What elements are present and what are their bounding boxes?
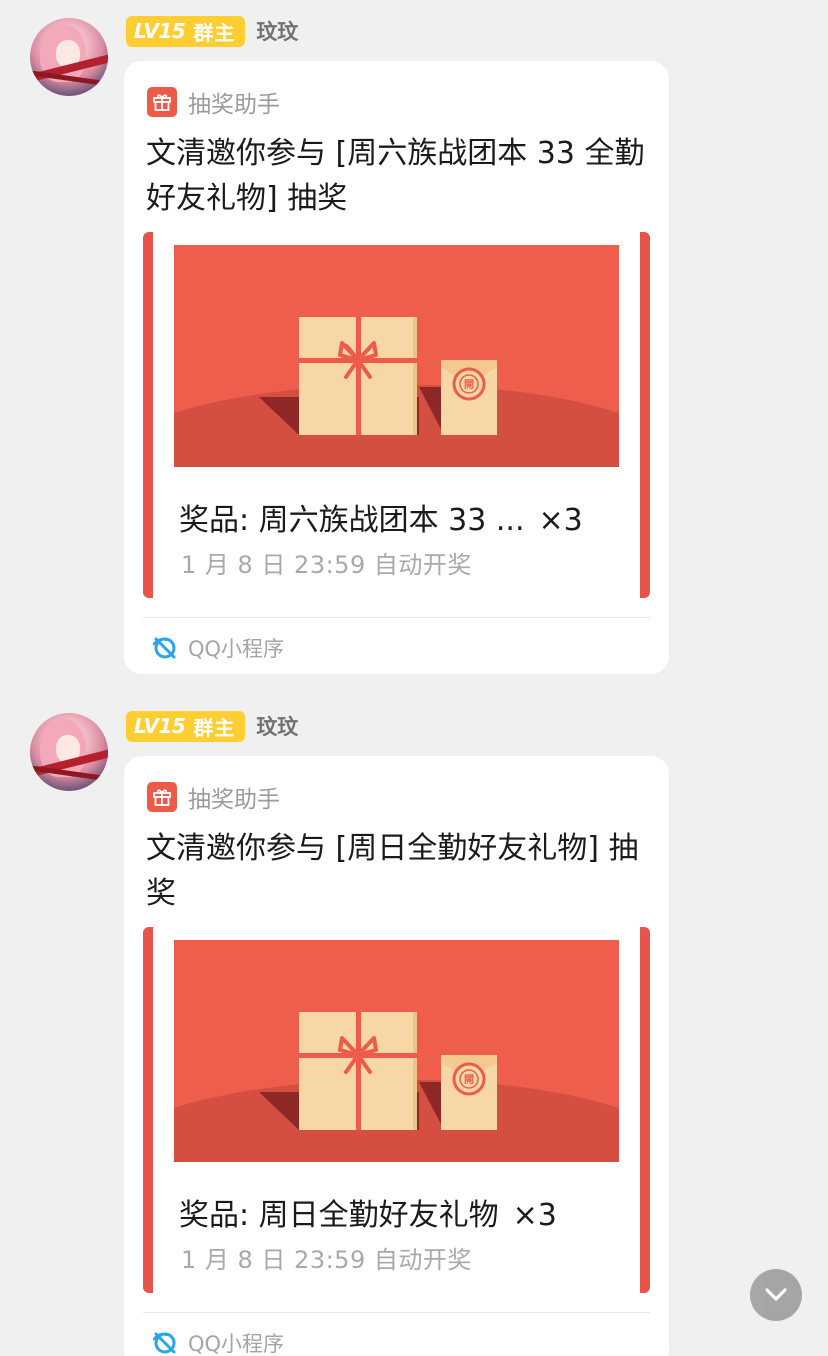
avatar[interactable] [30,18,108,96]
level-badge: LV15 [134,714,186,738]
scroll-to-bottom-button[interactable] [750,1269,802,1321]
prize-line: 奖品: 周六族战团本 33 ... ×3 [179,495,583,539]
source-label: 抽奖助手 [188,787,280,813]
member-badge: LV15 群主 [126,15,246,47]
member-badge: LV15 群主 [126,710,246,742]
banner-seal-char: 開 [464,379,474,391]
prize-panel[interactable]: 開 奖品: 周六族战团本 33 ... ×3 1 月 8 日 23:59 自动开奖 [143,232,650,598]
sender-header: LV15 群主 玟玟 [126,710,298,742]
role-badge: 群主 [193,20,236,45]
gift-icon [147,782,177,812]
gift-banner: 開 [174,940,619,1162]
qq-miniprogram-icon [152,637,176,659]
card-divider [143,1312,650,1313]
footer-label: QQ小程序 [188,1332,285,1356]
lottery-card[interactable]: 抽奖助手 文清邀你参与 [周六族战团本 33 全勤好友礼物] 抽奖 開 奖品: … [124,61,669,674]
chevron-down-icon [765,1288,787,1301]
prize-quantity: ×3 [512,1198,557,1233]
draw-deadline: 1 月 8 日 23:59 自动开奖 [181,551,472,579]
footer-label: QQ小程序 [188,637,285,661]
level-badge: LV15 [134,19,186,43]
gift-icon [147,87,177,117]
draw-deadline: 1 月 8 日 23:59 自动开奖 [181,1246,472,1274]
source-label: 抽奖助手 [188,92,280,118]
card-source: 抽奖助手 [147,780,280,814]
card-divider [143,617,650,618]
card-footer: QQ小程序 [152,1328,284,1356]
prize-label: 奖品: 周六族战团本 33 ... [179,503,525,538]
prize-label: 奖品: 周日全勤好友礼物 [179,1198,499,1233]
card-title: 文清邀你参与 [周六族战团本 33 全勤好友礼物] 抽奖 [146,136,645,216]
lottery-card[interactable]: 抽奖助手 文清邀你参与 [周日全勤好友礼物] 抽奖 開 奖品: 周日全勤好友礼物… [124,756,669,1356]
prize-panel[interactable]: 開 奖品: 周日全勤好友礼物 ×3 1 月 8 日 23:59 自动开奖 [143,927,650,1293]
card-footer: QQ小程序 [152,633,284,663]
banner-seal-char: 開 [464,1074,474,1086]
sender-name[interactable]: 玟玟 [256,16,298,46]
sender-name[interactable]: 玟玟 [256,711,298,741]
gift-banner: 開 [174,245,619,467]
sender-header: LV15 群主 玟玟 [126,15,298,47]
avatar[interactable] [30,713,108,791]
card-source: 抽奖助手 [147,85,280,119]
qq-miniprogram-icon [152,1332,176,1354]
prize-quantity: ×3 [538,503,583,538]
card-title: 文清邀你参与 [周日全勤好友礼物] 抽奖 [146,831,639,911]
role-badge: 群主 [193,715,236,740]
prize-line: 奖品: 周日全勤好友礼物 ×3 [179,1190,557,1234]
